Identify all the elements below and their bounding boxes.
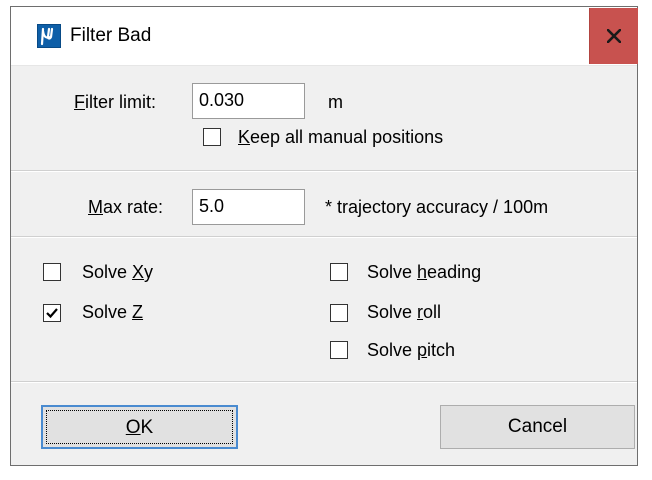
filter-limit-unit: m <box>328 92 343 112</box>
solve-xy-checkbox[interactable] <box>43 263 61 281</box>
close-button[interactable] <box>589 8 638 64</box>
solve-z-label: Solve Z <box>82 302 144 322</box>
solve-heading-checkbox[interactable] <box>330 263 348 281</box>
separator-1 <box>11 170 637 172</box>
ok-button[interactable]: OK <box>41 405 238 449</box>
app-icon <box>37 24 61 48</box>
keep-manual-checkbox[interactable] <box>203 128 221 146</box>
window-title: Filter Bad <box>70 25 152 46</box>
solve-pitch-checkbox[interactable] <box>330 341 348 359</box>
solve-heading-label: Solve heading <box>367 262 482 282</box>
filter-limit-input[interactable]: 0.030 <box>192 83 305 119</box>
checkmark-icon <box>46 308 58 319</box>
max-rate-input[interactable]: 5.0 <box>192 189 305 225</box>
title-bar[interactable]: Filter Bad <box>11 7 638 66</box>
max-rate-suffix: * trajectory accuracy / 100m <box>325 197 549 217</box>
solve-roll-checkbox[interactable] <box>330 304 348 322</box>
solve-roll-label: Solve roll <box>367 302 442 322</box>
solve-xy-label: Solve Xy <box>82 262 154 282</box>
filter-limit-label: Filter limit: <box>74 92 156 112</box>
keep-manual-label: Keep all manual positions <box>238 127 444 147</box>
separator-3 <box>11 381 637 383</box>
max-rate-label: Max rate: <box>88 197 164 217</box>
separator-2 <box>11 236 637 238</box>
solve-z-checkbox[interactable] <box>43 304 61 322</box>
solve-pitch-label: Solve pitch <box>367 340 456 360</box>
filter-bad-dialog: Filter Bad Filter limit: 0.030 m Keep al… <box>10 6 638 466</box>
close-icon <box>607 29 621 43</box>
cancel-button[interactable]: Cancel <box>440 405 635 449</box>
